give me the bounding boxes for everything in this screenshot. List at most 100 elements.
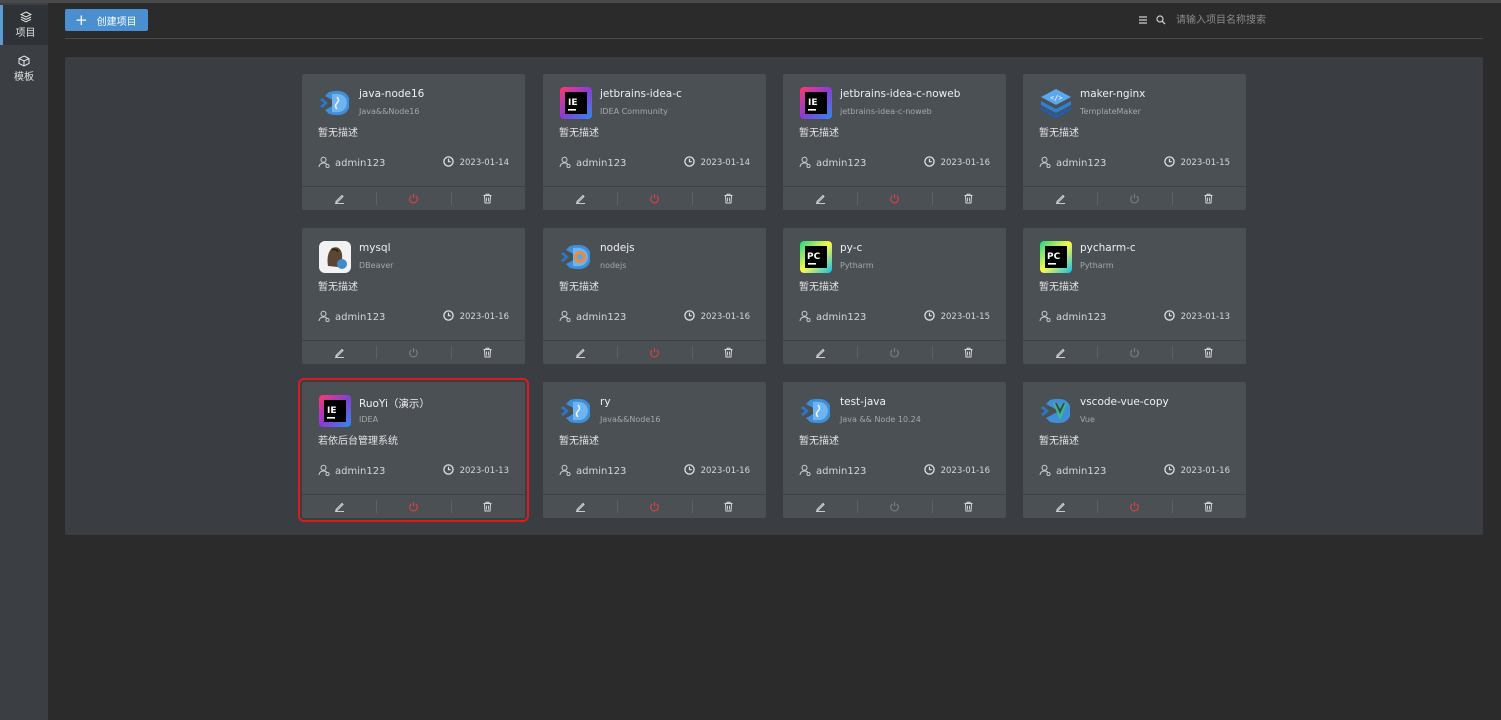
card-actions <box>302 494 525 518</box>
edit-button[interactable] <box>543 187 617 210</box>
svg-text:</>: </> <box>1050 94 1063 102</box>
search-input[interactable] <box>1176 12 1426 28</box>
project-card[interactable]: PC pycharm-c Pytharm 暂无描述 admin123 2023-01-13 <box>1023 228 1246 364</box>
project-name[interactable]: test-java <box>840 396 886 408</box>
delete-button[interactable] <box>450 187 525 210</box>
trash-icon <box>723 189 734 208</box>
menu-icon[interactable] <box>1138 15 1148 25</box>
project-card[interactable]: ry Java&&Node16 暂无描述 admin123 2023-01-16 <box>543 382 766 518</box>
project-card[interactable]: test-java Java && Node 10.24 暂无描述 admin123 2… <box>783 382 1006 518</box>
project-template: Pytharm <box>1080 261 1114 270</box>
trash-icon <box>482 189 493 208</box>
stop-button[interactable] <box>1097 495 1171 518</box>
clock-icon <box>683 156 701 170</box>
stop-button[interactable] <box>857 187 931 210</box>
project-owner: admin123 <box>1039 464 1106 479</box>
edit-button[interactable] <box>1023 341 1097 364</box>
project-name[interactable]: jetbrains-idea-c-noweb <box>840 88 960 100</box>
card-actions <box>783 340 1006 364</box>
stop-button[interactable] <box>376 341 450 364</box>
project-name[interactable]: py-c <box>840 242 862 254</box>
project-date: 2023-01-16 <box>923 464 990 478</box>
vscode-vue-icon <box>1039 394 1073 428</box>
stop-button[interactable] <box>617 341 691 364</box>
stop-button[interactable] <box>617 187 691 210</box>
project-name[interactable]: nodejs <box>600 242 635 254</box>
delete-button[interactable] <box>691 495 766 518</box>
stop-button[interactable] <box>857 341 931 364</box>
user-icon <box>1039 310 1056 325</box>
project-card[interactable]: IE jetbrains-idea-c IDEA Community 暂无描述 admi… <box>543 74 766 210</box>
project-owner: admin123 <box>799 310 866 325</box>
edit-icon <box>575 497 586 516</box>
project-owner: admin123 <box>799 464 866 479</box>
sidebar-item-templates[interactable]: 模板 <box>0 49 48 89</box>
project-card[interactable]: IE jetbrains-idea-c-noweb jetbrains-idea-c… <box>783 74 1006 210</box>
project-card[interactable]: IE RuoYi（演示） IDEA 若依后台管理系统 admin123 2023-01-1… <box>298 378 529 522</box>
delete-button[interactable] <box>691 341 766 364</box>
stop-button[interactable] <box>617 495 691 518</box>
svg-text:IE: IE <box>327 406 337 416</box>
power-icon <box>889 189 900 208</box>
delete-button[interactable] <box>1171 187 1246 210</box>
card-actions <box>543 340 766 364</box>
project-card[interactable]: java-node16 Java&&Node16 暂无描述 admin123 2023-… <box>302 74 525 210</box>
power-icon <box>1129 497 1140 516</box>
edit-button[interactable] <box>783 495 857 518</box>
project-description: 暂无描述 <box>559 128 599 139</box>
delete-button[interactable] <box>931 341 1006 364</box>
project-name[interactable]: RuoYi（演示） <box>359 396 430 411</box>
delete-button[interactable] <box>1171 495 1246 518</box>
delete-button[interactable] <box>691 187 766 210</box>
project-date: 2023-01-13 <box>1163 310 1230 324</box>
edit-button[interactable] <box>783 341 857 364</box>
card-actions <box>783 186 1006 210</box>
project-name[interactable]: java-node16 <box>359 88 424 100</box>
edit-button[interactable] <box>783 187 857 210</box>
edit-button[interactable] <box>543 341 617 364</box>
sidebar-item-label: 模板 <box>14 72 34 83</box>
edit-button[interactable] <box>302 341 376 364</box>
stop-button[interactable] <box>376 187 450 210</box>
project-date: 2023-01-16 <box>1163 464 1230 478</box>
clock-icon <box>1163 464 1181 478</box>
project-card[interactable]: vscode-vue-copy Vue 暂无描述 admin123 2023-01-16 <box>1023 382 1246 518</box>
edit-button[interactable] <box>543 495 617 518</box>
project-name[interactable]: jetbrains-idea-c <box>600 88 682 100</box>
project-template: TemplateMaker <box>1080 107 1141 116</box>
date-value: 2023-01-16 <box>700 466 750 476</box>
stop-button[interactable] <box>1097 341 1171 364</box>
edit-button[interactable] <box>1023 187 1097 210</box>
project-card[interactable]: </> maker-nginx TemplateMaker 暂无描述 admin123 2… <box>1023 74 1246 210</box>
delete-button[interactable] <box>450 495 525 518</box>
edit-button[interactable] <box>302 495 376 518</box>
create-project-button[interactable]: + 创建项目 <box>65 9 148 31</box>
project-name[interactable]: vscode-vue-copy <box>1080 396 1169 408</box>
delete-button[interactable] <box>931 187 1006 210</box>
project-description: 暂无描述 <box>1039 282 1079 293</box>
power-icon <box>649 189 660 208</box>
project-name[interactable]: maker-nginx <box>1080 88 1145 100</box>
project-card[interactable]: nodejs nodejs 暂无描述 admin123 2023-01-16 <box>543 228 766 364</box>
project-card[interactable]: mysql DBeaver 暂无描述 admin123 2023-01-16 <box>302 228 525 364</box>
user-icon <box>559 464 576 479</box>
clock-icon <box>923 464 941 478</box>
stop-button[interactable] <box>1097 187 1171 210</box>
project-date: 2023-01-13 <box>442 464 509 478</box>
stop-button[interactable] <box>376 495 450 518</box>
power-icon <box>649 497 660 516</box>
project-name[interactable]: mysql <box>359 242 391 254</box>
clock-icon <box>442 310 460 324</box>
sidebar-item-projects[interactable]: 项目 <box>0 5 48 45</box>
user-icon <box>318 310 335 325</box>
delete-button[interactable] <box>931 495 1006 518</box>
edit-button[interactable] <box>1023 495 1097 518</box>
project-card[interactable]: PC py-c Pytharm 暂无描述 admin123 2023-01-15 <box>783 228 1006 364</box>
edit-button[interactable] <box>302 187 376 210</box>
stop-button[interactable] <box>857 495 931 518</box>
project-name[interactable]: pycharm-c <box>1080 242 1136 254</box>
project-name[interactable]: ry <box>600 396 611 408</box>
date-value: 2023-01-16 <box>1180 466 1230 476</box>
delete-button[interactable] <box>1171 341 1246 364</box>
delete-button[interactable] <box>450 341 525 364</box>
